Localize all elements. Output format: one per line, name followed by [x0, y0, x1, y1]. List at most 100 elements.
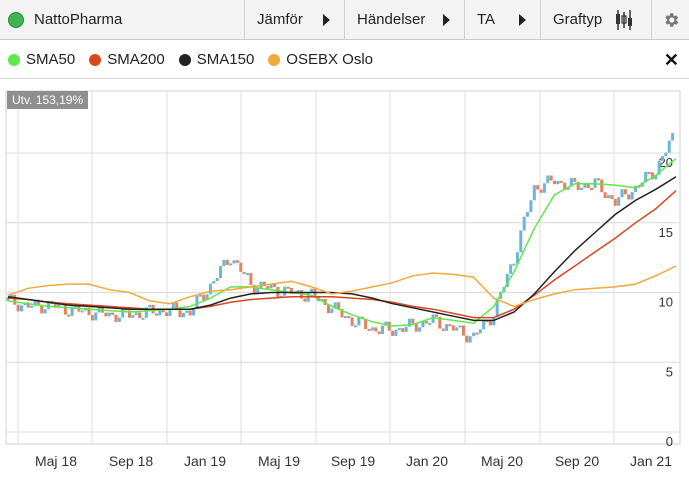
price-bar: [370, 327, 374, 331]
legend-dot-icon: [268, 53, 281, 66]
price-bar: [178, 310, 182, 318]
legend-label: SMA150: [196, 51, 255, 68]
price-bar: [590, 188, 594, 191]
price-bar: [303, 298, 307, 302]
legend-label: SMA200: [107, 51, 165, 68]
price-bar: [394, 329, 398, 336]
price-bar: [596, 178, 600, 181]
instrument-selector[interactable]: NattoPharma: [0, 0, 245, 39]
graph-type-label: Graftyp: [553, 11, 603, 28]
price-bar: [607, 195, 611, 198]
events-label: Händelser: [357, 11, 426, 28]
play-arrow-icon: [323, 14, 330, 26]
price-bar: [411, 318, 415, 324]
price-bar: [16, 304, 20, 312]
price-bar: [488, 320, 492, 326]
price-bar: [90, 315, 94, 321]
price-bar: [225, 259, 229, 265]
price-bar: [239, 262, 243, 272]
price-bar: [610, 195, 614, 199]
ta-label: TA: [477, 11, 496, 28]
price-bar: [630, 192, 634, 200]
price-bar: [553, 180, 557, 185]
price-bar: [161, 310, 165, 313]
legend-label: SMA50: [26, 51, 76, 68]
price-bar: [212, 281, 216, 284]
x-tick-label: Jan 21: [630, 453, 672, 469]
close-icon[interactable]: ✕: [664, 50, 679, 71]
y-tick-label: 15: [659, 225, 673, 240]
price-bar: [623, 189, 627, 195]
x-tick-label: Sep 18: [109, 453, 154, 469]
price-bar: [482, 320, 486, 330]
x-tick-label: Maj 18: [35, 453, 77, 469]
price-bar: [107, 312, 111, 317]
price-bar: [603, 192, 607, 198]
price-bar: [235, 260, 239, 263]
price-bar: [380, 325, 384, 334]
price-bar: [401, 328, 405, 332]
price-bar: [455, 327, 459, 331]
x-tick-label: Maj 20: [481, 453, 523, 469]
price-bar: [185, 310, 189, 313]
price-bar: [529, 200, 533, 213]
toolbar: NattoPharma Jämför Händelser TA Graftyp: [0, 0, 689, 40]
plot-area: [5, 90, 681, 445]
legend-dot-icon: [89, 53, 102, 66]
price-bar: [532, 185, 536, 201]
price-bar: [111, 312, 115, 315]
legend-item-osebx[interactable]: OSEBX Oslo: [268, 51, 373, 68]
price-bar: [266, 286, 270, 289]
price-bar: [580, 187, 584, 190]
price-bar: [526, 212, 530, 217]
price-bar: [600, 179, 604, 193]
price-bar: [475, 332, 479, 335]
price-bar: [377, 331, 381, 334]
price-bar: [556, 180, 560, 185]
price-bar: [286, 286, 290, 289]
play-arrow-icon: [443, 14, 450, 26]
price-bar: [391, 330, 395, 336]
price-bar: [67, 314, 71, 317]
y-tick-label: 0: [666, 434, 673, 449]
price-bar: [647, 171, 651, 174]
price-bar: [165, 312, 169, 317]
status-dot-icon: [8, 11, 24, 28]
price-bar: [94, 312, 98, 321]
price-bar: [215, 278, 219, 282]
x-tick-label: Jan 20: [406, 453, 448, 469]
price-bar: [232, 260, 236, 264]
price-bar: [414, 323, 418, 332]
instrument-title: NattoPharma: [34, 11, 123, 28]
events-button[interactable]: Händelser: [345, 0, 465, 39]
price-bar: [667, 140, 671, 153]
price-bar: [19, 305, 23, 312]
price-chart[interactable]: Maj 18 Sep 18 Jan 19 Maj 19 Sep 19 Jan 20 Maj …: [0, 80, 689, 479]
price-bar: [154, 313, 158, 316]
price-bar: [448, 324, 452, 327]
price-bar: [350, 317, 354, 326]
settings-button[interactable]: [652, 0, 689, 39]
price-bar: [353, 325, 357, 328]
ta-button[interactable]: TA: [465, 0, 541, 39]
price-bar: [445, 324, 449, 331]
price-bar: [181, 312, 185, 318]
price-bar: [478, 329, 482, 334]
compare-button[interactable]: Jämför: [245, 0, 345, 39]
price-bar: [131, 315, 135, 318]
legend-item-sma150[interactable]: SMA150: [178, 51, 255, 68]
price-bar: [509, 264, 513, 274]
price-bar: [441, 328, 445, 331]
graph-type-button[interactable]: Graftyp: [541, 0, 652, 39]
legend-item-sma200[interactable]: SMA200: [89, 51, 165, 68]
legend-item-sma50[interactable]: SMA50: [8, 51, 75, 68]
price-bar: [542, 183, 546, 193]
price-bar: [472, 332, 476, 337]
legend-dot-icon: [8, 53, 20, 66]
price-bar: [458, 325, 462, 328]
price-bar: [428, 322, 432, 325]
price-bar: [327, 305, 331, 314]
price-bar: [63, 304, 67, 315]
price-bar: [80, 310, 84, 313]
price-bar: [546, 175, 550, 184]
